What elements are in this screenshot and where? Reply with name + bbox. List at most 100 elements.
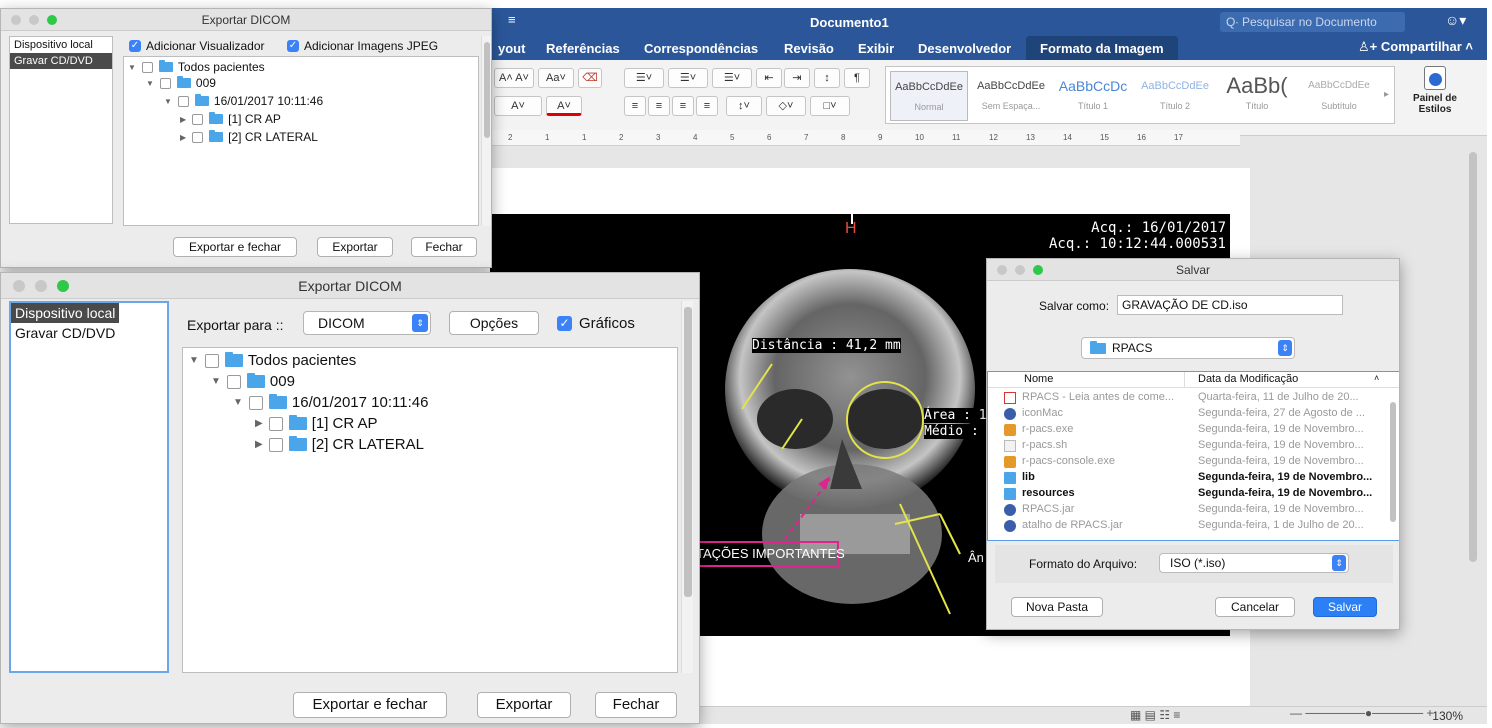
expand-arrow-icon[interactable]: ▼ [146, 79, 154, 88]
bullets-button[interactable]: ☰˅ [624, 68, 664, 88]
justify-button[interactable]: ≡ [696, 96, 718, 116]
pilcrow-icon[interactable]: ¶ [844, 68, 870, 88]
checkbox[interactable] [226, 374, 241, 389]
scrollbar-thumb[interactable] [684, 307, 692, 597]
shading-button[interactable]: ◇˅ [766, 96, 806, 116]
column-date-modified[interactable]: Data da Modificação [1198, 373, 1298, 385]
minimize-window-icon[interactable] [29, 15, 39, 25]
collapse-arrow-icon[interactable]: ▶ [255, 418, 263, 429]
add-viewer-checkbox[interactable]: ✓ Adicionar Visualizador [129, 39, 265, 53]
tree-node-series-2[interactable]: ▶ [2] CR LATERAL [255, 436, 424, 453]
export-button[interactable]: Exportar [477, 692, 571, 718]
sort-button[interactable]: ↕ [814, 68, 840, 88]
new-folder-button[interactable]: Nova Pasta [1011, 597, 1103, 617]
export-button[interactable]: Exportar [317, 237, 393, 257]
tree-node-patient[interactable]: ▼ 009 [146, 76, 216, 90]
document-scrollbar[interactable] [1468, 146, 1478, 706]
close-window-icon[interactable] [11, 15, 21, 25]
column-name[interactable]: Nome [1024, 373, 1053, 385]
tree-node-study[interactable]: ▼ 16/01/2017 10:11:46 [164, 94, 323, 108]
minimize-window-icon[interactable] [1015, 265, 1025, 275]
scrollbar-thumb[interactable] [1390, 402, 1396, 522]
checkbox[interactable] [141, 61, 153, 73]
location-select[interactable]: RPACS ⇕ [1081, 337, 1295, 359]
checkbox[interactable] [192, 113, 204, 125]
save-button[interactable]: Salvar [1313, 597, 1377, 617]
export-format-select[interactable]: DICOM ⇕ [303, 311, 431, 335]
sidebar-item-gravar-cd-dvd[interactable]: Gravar CD/DVD [10, 53, 112, 69]
tree-node-series-2[interactable]: ▶ [2] CR LATERAL [180, 130, 318, 144]
collapse-arrow-icon[interactable]: ▶ [180, 115, 186, 124]
style-titulo-1[interactable]: AaBbCcDc Título 1 [1054, 71, 1132, 121]
highlight-button[interactable]: A˅ [494, 96, 542, 116]
zoom-window-icon[interactable] [1033, 265, 1043, 275]
increase-indent-button[interactable]: ⇥ [784, 68, 810, 88]
expand-arrow-icon[interactable]: ▼ [211, 376, 221, 387]
tree-node-patient[interactable]: ▼ 009 [211, 373, 295, 390]
collapse-arrow-icon[interactable]: ▶ [255, 439, 263, 450]
view-mode-icons[interactable]: ▦ ▤ ☷ ≡ [1130, 708, 1180, 722]
checkbox[interactable] [268, 416, 283, 431]
add-jpeg-checkbox[interactable]: ✓ Adicionar Imagens JPEG [287, 39, 438, 53]
export-and-close-button[interactable]: Exportar e fechar [173, 237, 297, 257]
save-as-input[interactable]: GRAVAÇÃO DE CD.iso [1117, 295, 1343, 315]
style-subtitulo[interactable]: AaBbCcDdEe Subtítulo [1300, 71, 1378, 121]
font-size-buttons[interactable]: A˄ A˅ [494, 68, 534, 88]
tab-desenvolvedor[interactable]: Desenvolvedor [910, 39, 1019, 58]
line-spacing-button[interactable]: ↕˅ [726, 96, 762, 116]
zoom-window-icon[interactable] [47, 15, 57, 25]
tree-scrollbar[interactable] [481, 36, 491, 226]
tree-node-series-1[interactable]: ▶ [1] CR AP [180, 112, 281, 126]
align-right-button[interactable]: ≡ [672, 96, 694, 116]
tab-exibir[interactable]: Exibir [850, 39, 902, 58]
sidebar-item-gravar-cd-dvd[interactable]: Gravar CD/DVD [11, 323, 167, 343]
quick-access-menu-icon[interactable]: ≡ [508, 12, 516, 27]
export-and-close-button[interactable]: Exportar e fechar [293, 692, 447, 718]
file-row[interactable]: resources Segunda-feira, 19 de Novembro..… [988, 486, 1399, 502]
tab-revisao[interactable]: Revisão [776, 39, 842, 58]
tab-formato-da-imagem[interactable]: Formato da Imagem [1026, 36, 1178, 61]
sidebar-item-dispositivo-local[interactable]: Dispositivo local [10, 37, 112, 53]
style-titulo-2[interactable]: AaBbCcDdEe Título 2 [1136, 71, 1214, 121]
tab-referencias[interactable]: Referências [538, 39, 628, 58]
gallery-expand-icon[interactable]: ▸ [1384, 89, 1389, 100]
minimize-window-icon[interactable] [35, 280, 47, 292]
close-button[interactable]: Fechar [411, 237, 477, 257]
tree-node-all-patients[interactable]: ▼ Todos pacientes [128, 60, 265, 74]
options-button[interactable]: Opções [449, 311, 539, 335]
styles-pane-button[interactable]: Painel de Estilos [1405, 66, 1465, 128]
horizontal-ruler[interactable]: 2 1 1 2 3 4 5 6 7 8 9 10 11 12 13 14 15 16 17 [490, 130, 1240, 146]
expand-arrow-icon[interactable]: ▼ [164, 97, 172, 106]
style-sem-espacamento[interactable]: AaBbCcDdEe Sem Espaça... [972, 71, 1050, 121]
checkbox[interactable] [268, 437, 283, 452]
feedback-smiley-icon[interactable]: ☺▾ [1445, 12, 1466, 29]
change-case-button[interactable]: Aa˅ [538, 68, 574, 88]
expand-arrow-icon[interactable]: ▼ [189, 355, 199, 366]
multilevel-list-button[interactable]: ☰˅ [712, 68, 752, 88]
share-button[interactable]: ♙+ Compartilhar ˄ [1358, 39, 1473, 55]
graphics-checkbox[interactable]: ✓ Gráficos [557, 315, 635, 332]
style-titulo[interactable]: AaBb( Título [1218, 71, 1296, 121]
checkbox[interactable] [204, 353, 219, 368]
font-color-button[interactable]: A˅ [546, 96, 582, 116]
close-button[interactable]: Fechar [595, 692, 677, 718]
expand-arrow-icon[interactable]: ▼ [233, 397, 243, 408]
close-window-icon[interactable] [997, 265, 1007, 275]
tree-node-study[interactable]: ▼ 16/01/2017 10:11:46 [233, 394, 428, 411]
tree-node-all-patients[interactable]: ▼ Todos pacientes [189, 352, 356, 369]
checkbox[interactable] [159, 77, 171, 89]
checkbox[interactable] [248, 395, 263, 410]
style-normal[interactable]: AaBbCcDdEe Normal [890, 71, 968, 121]
cancel-button[interactable]: Cancelar [1215, 597, 1295, 617]
file-row[interactable]: lib Segunda-feira, 19 de Novembro... [988, 470, 1399, 486]
align-left-button[interactable]: ≡ [624, 96, 646, 116]
search-document-input[interactable]: Q∙ Pesquisar no Documento [1220, 12, 1405, 32]
scrollbar-thumb[interactable] [484, 42, 490, 138]
borders-button[interactable]: □˅ [810, 96, 850, 116]
clear-format-icon[interactable]: ⌫ [578, 68, 602, 88]
decrease-indent-button[interactable]: ⇤ [756, 68, 782, 88]
collapse-arrow-icon[interactable]: ▶ [180, 133, 186, 142]
align-center-button[interactable]: ≡ [648, 96, 670, 116]
scrollbar-thumb[interactable] [1469, 152, 1477, 562]
numbering-button[interactable]: ☰˅ [668, 68, 708, 88]
